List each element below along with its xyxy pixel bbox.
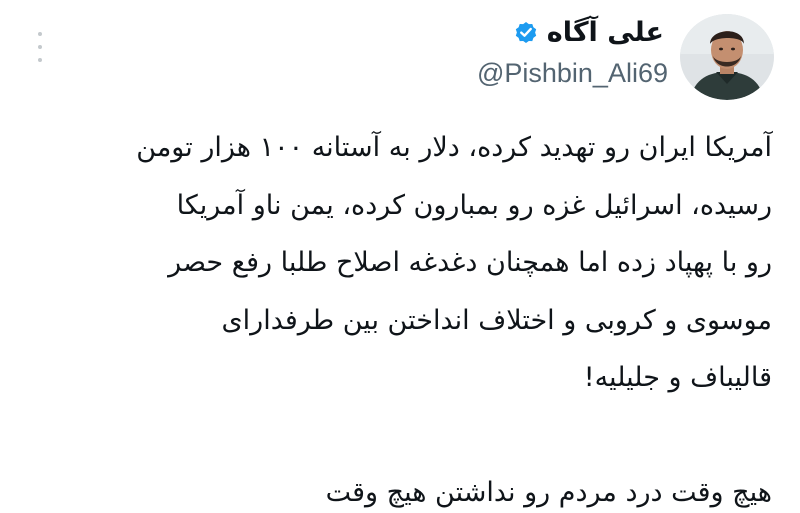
- tweet-text-line: قالیباف و جلیلیه!: [583, 362, 772, 393]
- more-vertical-icon-dot: [38, 45, 42, 49]
- user-handle[interactable]: @Pishbin_Ali69: [477, 58, 668, 89]
- tweet-card: علی آگاه @Pishbin_Ali69 آمریکا ایران رو …: [0, 0, 800, 513]
- avatar-photo: [680, 14, 774, 100]
- tweet-text-line: آمریکا ایران رو تهدید کرده، دلار به آستا…: [136, 132, 772, 163]
- display-name[interactable]: علی آگاه: [513, 12, 664, 52]
- tweet-text-line: موسوی و کروبی و اختلاف انداختن بین طرفدا…: [221, 304, 772, 336]
- avatar[interactable]: [680, 14, 774, 100]
- more-vertical-icon-dot: [38, 58, 42, 62]
- tweet-text-line: رو با پهپاد زده اما همچنان دغدغه اصلاح ط…: [168, 247, 772, 278]
- tweet-text-line: رسیده، اسرائیل غزه رو بمبارون کرده، یمن …: [176, 189, 772, 221]
- tweet-text: آمریکا ایران رو تهدید کرده، دلار به آستا…: [28, 119, 772, 513]
- verified-badge-icon: [515, 22, 536, 44]
- display-name-text[interactable]: علی آگاه: [547, 17, 664, 48]
- more-vertical-icon-dot: [38, 32, 42, 36]
- tweet-text-line: هیچ وقت درد مردم رو نداشتن هیچ وقت: [325, 477, 772, 508]
- more-options-button[interactable]: [28, 32, 52, 62]
